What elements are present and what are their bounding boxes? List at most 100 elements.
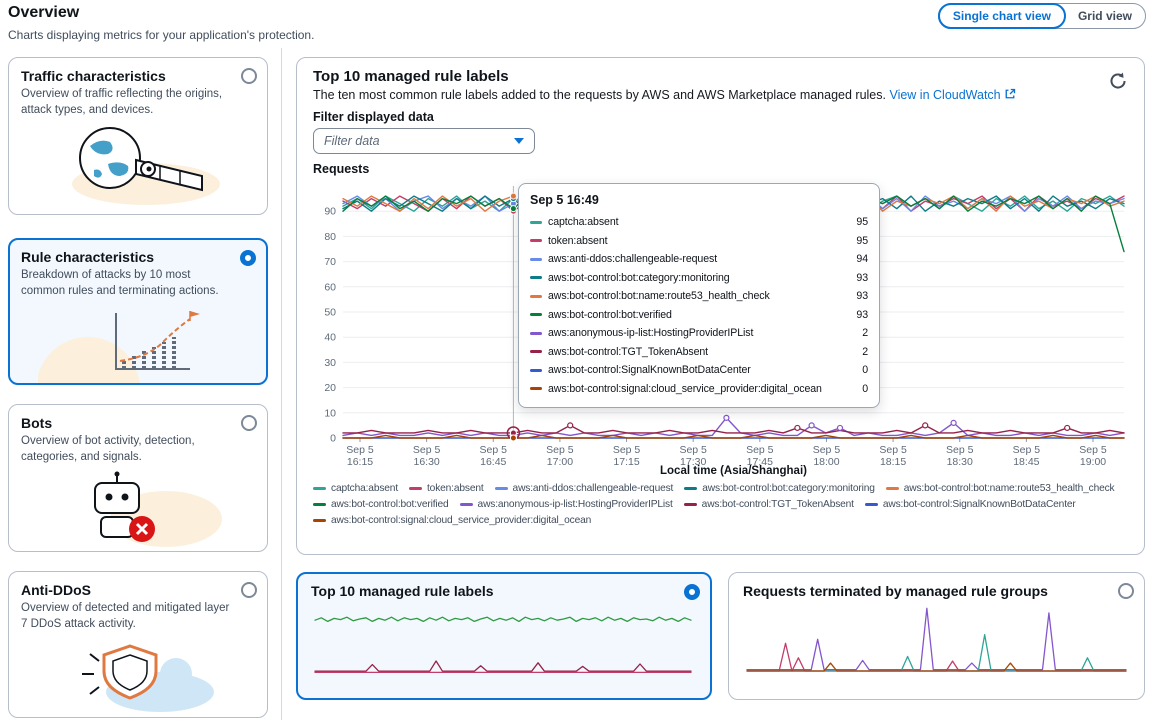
tile-traffic-characteristics[interactable]: Traffic characteristics Overview of traf… (8, 57, 268, 215)
svg-text:40: 40 (324, 332, 336, 344)
tooltip-rows: captcha:absent95token:absent95aws:anti-d… (530, 213, 868, 398)
legend-item[interactable]: aws:bot-control:SignalKnownBotDataCenter (865, 499, 1076, 510)
legend-label: aws:bot-control:signal:cloud_service_pro… (331, 515, 591, 526)
legend-item[interactable]: token:absent (409, 483, 484, 494)
tile-title: Bots (21, 415, 255, 431)
rules-illustration (21, 301, 255, 383)
top10-rule-labels-mini-chart (311, 601, 695, 679)
svg-text:16:30: 16:30 (413, 456, 439, 468)
legend-marker (313, 519, 326, 522)
tile-description: Overview of traffic reflecting the origi… (21, 87, 255, 118)
svg-text:Sep 5: Sep 5 (480, 444, 508, 456)
tooltip-row: aws:anonymous-ip-list:HostingProviderIPL… (530, 324, 868, 343)
legend-label: captcha:absent (331, 483, 398, 494)
series-value: 0 (862, 383, 868, 395)
tile-radio[interactable] (241, 415, 257, 431)
bottom-card-radio[interactable] (1118, 583, 1134, 599)
series-value: 94 (856, 253, 868, 265)
filter-data-placeholder: Filter data (324, 134, 380, 148)
tile-rule-characteristics[interactable]: Rule characteristics Breakdown of attack… (8, 238, 268, 385)
chart-hover-tooltip: Sep 5 16:49 captcha:absent95 token:absent… (518, 183, 880, 408)
series-label: aws:bot-control:signal:cloud_service_pro… (548, 383, 856, 395)
refresh-icon (1109, 72, 1127, 90)
series-value: 93 (856, 290, 868, 302)
tile-title: Anti-DDoS (21, 582, 255, 598)
requests-terminated-mini-chart (743, 601, 1130, 679)
svg-text:Local time (Asia/Shanghai): Local time (Asia/Shanghai) (660, 465, 807, 477)
legend-label: aws:anti-ddos:challengeable-request (513, 483, 674, 494)
legend-label: aws:bot-control:bot:name:route53_health_… (904, 483, 1115, 494)
grid-view-button[interactable]: Grid view (1065, 4, 1145, 28)
tile-bots[interactable]: Bots Overview of bot activity, detection… (8, 404, 268, 552)
tooltip-row: aws:bot-control:SignalKnownBotDataCenter… (530, 361, 868, 380)
svg-text:18:30: 18:30 (947, 456, 973, 468)
svg-text:18:45: 18:45 (1013, 456, 1039, 468)
svg-text:Sep 5: Sep 5 (746, 444, 774, 456)
tooltip-row: captcha:absent95 (530, 213, 868, 232)
legend-item[interactable]: aws:bot-control:bot:verified (313, 499, 449, 510)
tooltip-row: aws:bot-control:bot:name:route53_health_… (530, 287, 868, 306)
legend-item[interactable]: aws:bot-control:signal:cloud_service_pro… (313, 515, 591, 526)
svg-text:16:15: 16:15 (347, 456, 373, 468)
legend-item[interactable]: aws:anti-ddos:challengeable-request (495, 483, 674, 494)
svg-text:Sep 5: Sep 5 (679, 444, 707, 456)
single-chart-view-button[interactable]: Single chart view (938, 3, 1066, 29)
legend-item[interactable]: aws:bot-control:bot:name:route53_health_… (886, 483, 1115, 494)
caret-down-icon (514, 138, 524, 144)
tooltip-row: aws:bot-control:bot:verified93 (530, 306, 868, 325)
refresh-button[interactable] (1104, 68, 1132, 96)
tooltip-title: Sep 5 16:49 (530, 193, 868, 207)
svg-text:Sep 5: Sep 5 (813, 444, 841, 456)
series-marker (530, 369, 542, 372)
cloudwatch-link-label: View in CloudWatch (889, 88, 1000, 102)
view-in-cloudwatch-link[interactable]: View in CloudWatch (889, 88, 1016, 102)
series-marker (530, 387, 542, 390)
svg-text:18:15: 18:15 (880, 456, 906, 468)
bottom-card-radio-selected[interactable] (684, 584, 700, 600)
tile-title: Traffic characteristics (21, 68, 255, 84)
series-label: aws:bot-control:bot:verified (548, 309, 850, 321)
series-value: 0 (862, 364, 868, 376)
series-marker (530, 221, 542, 224)
series-label: token:absent (548, 235, 850, 247)
series-value: 95 (856, 216, 868, 228)
legend-item[interactable]: aws:anonymous-ip-list:HostingProviderIPL… (460, 499, 673, 510)
bottom-card-top10-rule-labels[interactable]: Top 10 managed rule labels (296, 572, 712, 700)
series-value: 2 (862, 327, 868, 339)
tile-radio[interactable] (241, 582, 257, 598)
legend-marker (495, 487, 508, 490)
tile-description: Overview of bot activity, detection, cat… (21, 434, 255, 465)
series-marker (530, 239, 542, 242)
antiddos-illustration (21, 634, 255, 714)
page-title: Overview (8, 4, 79, 22)
traffic-illustration (21, 120, 255, 208)
legend-label: aws:bot-control:bot:category:monitoring (702, 483, 875, 494)
chart-panel: Top 10 managed rule labels The ten most … (296, 57, 1145, 555)
legend-item[interactable]: aws:bot-control:TGT_TokenAbsent (684, 499, 854, 510)
series-label: aws:anonymous-ip-list:HostingProviderIPL… (548, 327, 856, 339)
legend-marker (313, 503, 326, 506)
tile-anti-ddos[interactable]: Anti-DDoS Overview of detected and mitig… (8, 571, 268, 718)
svg-text:70: 70 (324, 256, 336, 268)
bar-chart-icon (38, 301, 238, 383)
tile-radio-selected[interactable] (240, 250, 256, 266)
tile-radio[interactable] (241, 68, 257, 84)
filter-data-select[interactable]: Filter data (313, 128, 535, 154)
svg-text:Sep 5: Sep 5 (413, 444, 441, 456)
svg-text:0: 0 (330, 433, 336, 445)
bottom-card-title: Requests terminated by managed rule grou… (743, 583, 1130, 599)
series-marker (530, 276, 542, 279)
series-value: 95 (856, 235, 868, 247)
bottom-card-requests-terminated[interactable]: Requests terminated by managed rule grou… (728, 572, 1145, 700)
legend-label: aws:bot-control:TGT_TokenAbsent (702, 499, 854, 510)
series-label: aws:bot-control:SignalKnownBotDataCenter (548, 364, 856, 376)
legend-marker (684, 503, 697, 506)
legend-label: aws:bot-control:bot:verified (331, 499, 449, 510)
svg-text:Sep 5: Sep 5 (1079, 444, 1107, 456)
legend-item[interactable]: aws:bot-control:bot:category:monitoring (684, 483, 875, 494)
svg-text:19:00: 19:00 (1080, 456, 1106, 468)
series-label: aws:bot-control:bot:name:route53_health_… (548, 290, 850, 302)
series-label: aws:bot-control:bot:category:monitoring (548, 272, 850, 284)
tile-title: Rule characteristics (21, 249, 255, 265)
legend-item[interactable]: captcha:absent (313, 483, 398, 494)
